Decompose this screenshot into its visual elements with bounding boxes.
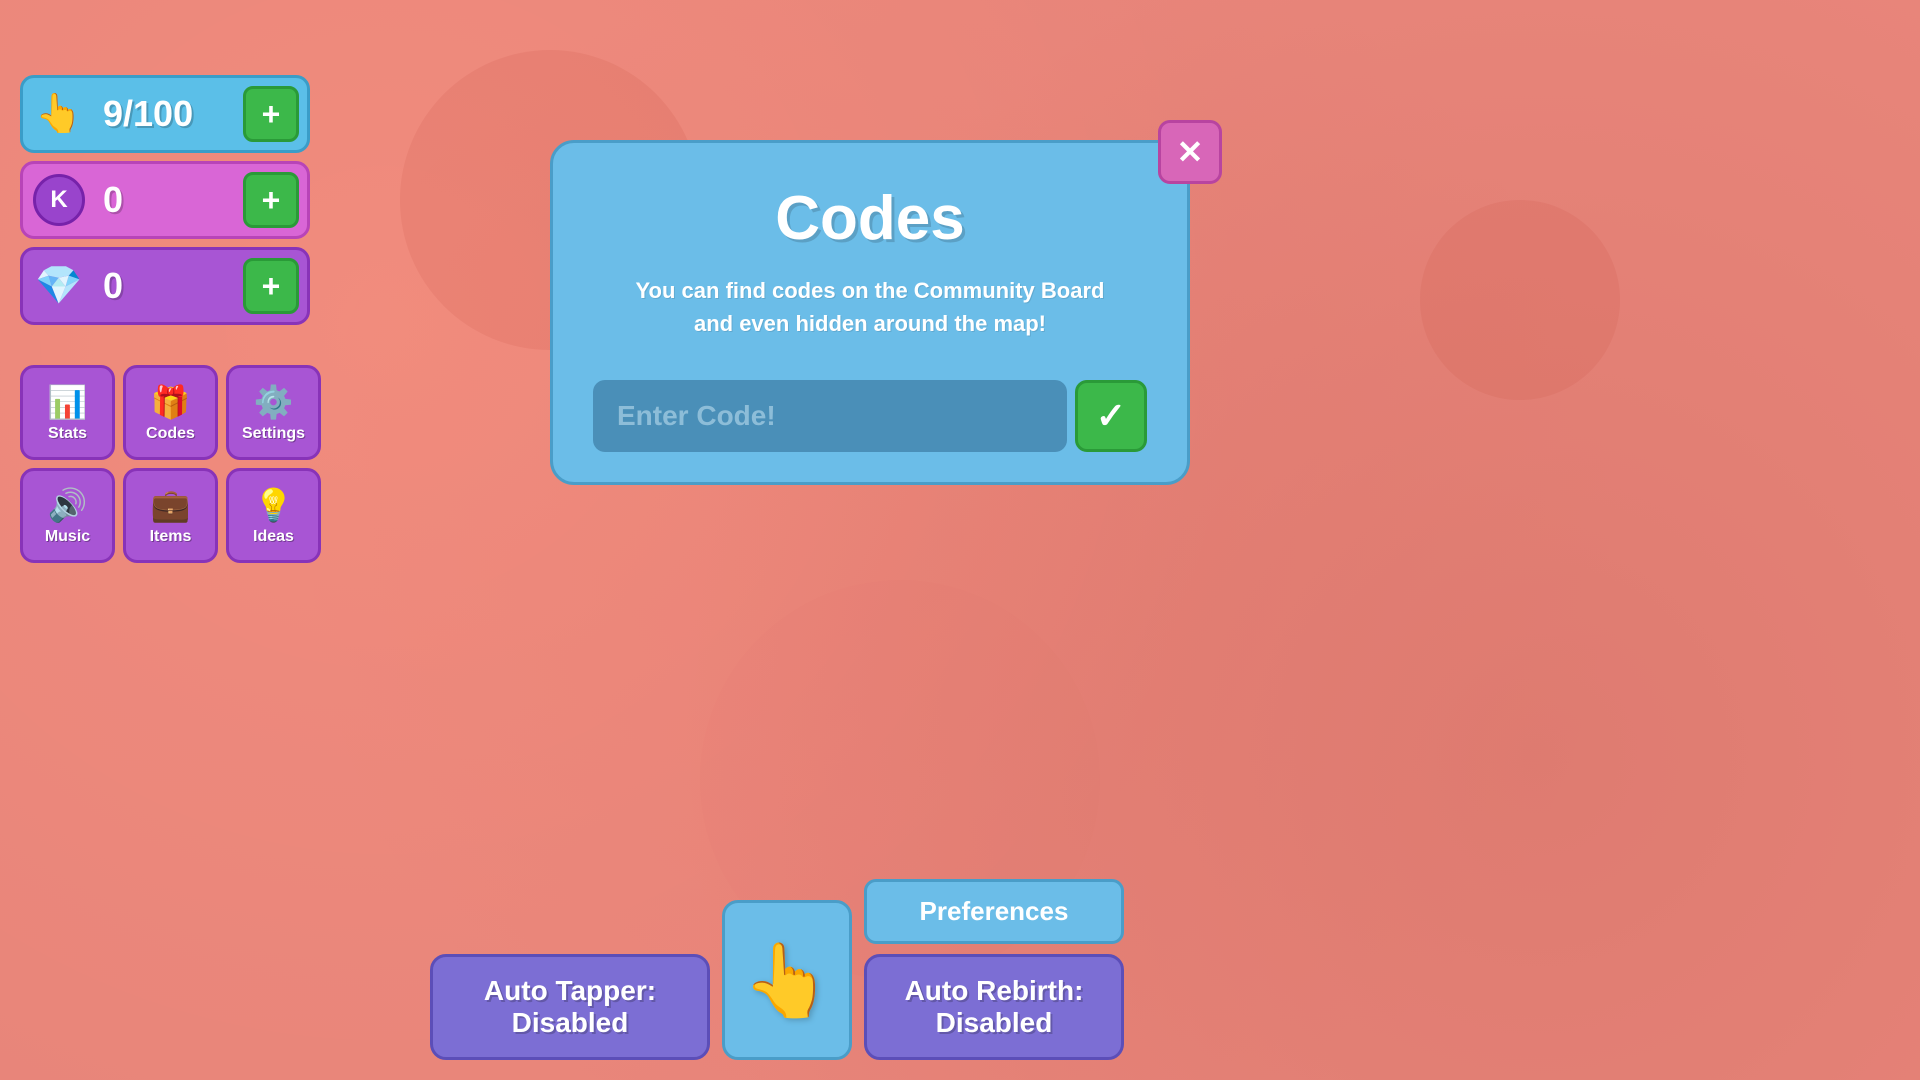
music-nav-icon: 🔊	[48, 486, 88, 524]
auto-rebirth-label: Auto Rebirth:Disabled	[905, 975, 1084, 1038]
modal-title: Codes	[593, 183, 1147, 254]
auto-rebirth-button[interactable]: Auto Rebirth:Disabled	[864, 954, 1124, 1060]
stats-nav-label: Stats	[48, 425, 87, 443]
items-nav-icon: 💼	[151, 486, 191, 524]
checkmark-icon: ✓	[1096, 395, 1126, 437]
bottom-bar: Auto Tapper:Disabled 👆 Preferences Auto …	[430, 879, 1920, 1080]
clicks-value: 9/100	[95, 93, 235, 135]
clicks-icon: 👆	[23, 78, 95, 150]
k-value: 0	[95, 179, 235, 221]
code-input-row: ✓	[593, 380, 1147, 452]
clicks-plus-button[interactable]: +	[243, 86, 299, 142]
gem-value: 0	[95, 265, 235, 307]
codes-nav-label: Codes	[146, 425, 195, 443]
k-icon: K	[23, 164, 95, 236]
nav-settings-button[interactable]: ⚙️ Settings	[226, 365, 321, 460]
nav-grid: 📊 Stats 🎁 Codes ⚙️ Settings 🔊 Music 💼 It…	[20, 365, 321, 563]
nav-stats-button[interactable]: 📊 Stats	[20, 365, 115, 460]
items-nav-label: Items	[150, 528, 192, 546]
gem-bar: 💎 0 +	[20, 247, 310, 325]
gem-plus-button[interactable]: +	[243, 258, 299, 314]
code-input[interactable]	[593, 380, 1067, 452]
auto-tapper-button[interactable]: Auto Tapper:Disabled	[430, 954, 710, 1060]
ideas-nav-label: Ideas	[253, 528, 294, 546]
nav-items-button[interactable]: 💼 Items	[123, 468, 218, 563]
codes-modal: Codes You can find codes on the Communit…	[550, 140, 1190, 485]
tap-icon-button[interactable]: 👆	[722, 900, 852, 1060]
preferences-button[interactable]: Preferences	[864, 879, 1124, 944]
stats-nav-icon: 📊	[48, 383, 88, 421]
codes-nav-icon: 🎁	[151, 383, 191, 421]
k-plus-button[interactable]: +	[243, 172, 299, 228]
code-submit-button[interactable]: ✓	[1075, 380, 1147, 452]
right-buttons: Preferences Auto Rebirth:Disabled	[864, 879, 1124, 1060]
settings-nav-icon: ⚙️	[254, 383, 294, 421]
auto-tapper-label: Auto Tapper:Disabled	[484, 975, 656, 1038]
k-letter: K	[50, 186, 67, 214]
nav-codes-button[interactable]: 🎁 Codes	[123, 365, 218, 460]
close-icon: ✕	[1177, 133, 1204, 171]
close-modal-button[interactable]: ✕	[1158, 120, 1222, 184]
stats-panel: 👆 9/100 + K 0 + 💎 0 +	[20, 75, 310, 325]
ideas-nav-icon: 💡	[254, 486, 294, 524]
preferences-label: Preferences	[920, 896, 1069, 926]
gem-icon: 💎	[23, 250, 95, 322]
music-nav-label: Music	[45, 528, 90, 546]
nav-music-button[interactable]: 🔊 Music	[20, 468, 115, 563]
modal-description: You can find codes on the Community Boar…	[593, 274, 1147, 340]
clicks-bar: 👆 9/100 +	[20, 75, 310, 153]
k-bar: K 0 +	[20, 161, 310, 239]
nav-ideas-button[interactable]: 💡 Ideas	[226, 468, 321, 563]
hand-tap-icon: 👆	[742, 938, 832, 1023]
settings-nav-label: Settings	[242, 425, 305, 443]
